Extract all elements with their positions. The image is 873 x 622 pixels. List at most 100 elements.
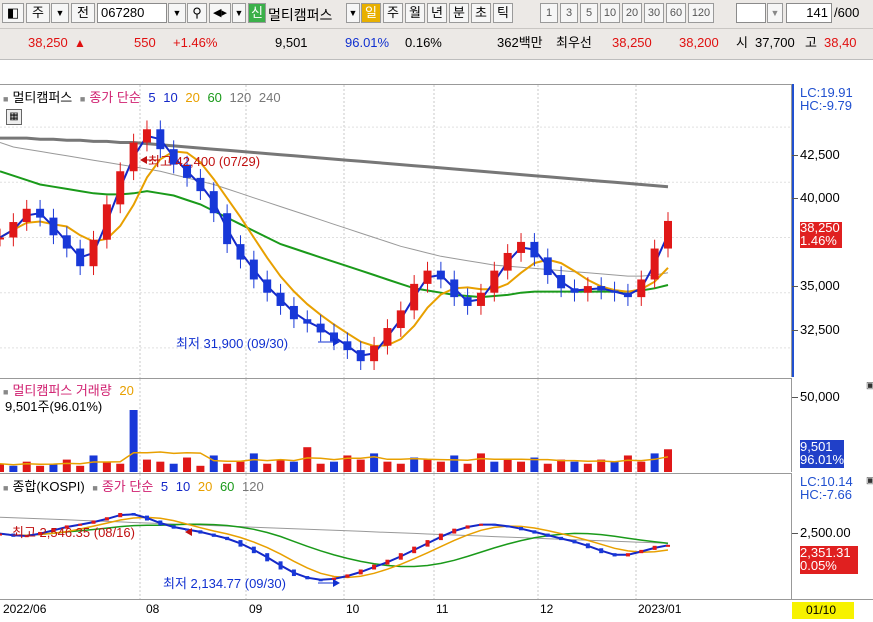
index-candle [412, 546, 417, 554]
pane-close-icon[interactable]: ▣ [866, 380, 873, 391]
period-week-button[interactable]: 주 [383, 3, 403, 23]
volume-bar [263, 463, 272, 472]
price-current-pct: 1.46% [800, 233, 837, 248]
toolbar-row-1: ◧ 주 ▼ 전 067280 ▼ ⚲ ◀▸ ▼ 신 멀티캠퍼스 ▼ 일 주 월 … [0, 0, 873, 26]
price-hc: HC:-9.79 [800, 98, 853, 113]
candle-body [343, 341, 352, 351]
stock-name: 멀티캠퍼스 [268, 7, 333, 23]
period-day-button[interactable]: 일 [361, 3, 381, 23]
candle-body [289, 305, 298, 320]
period-year-button[interactable]: 년 [427, 3, 447, 23]
search-icon[interactable]: ⚲ [187, 3, 207, 23]
price-chart-pane[interactable]: ■ 멀티캠퍼스 ■ 종가 단순 5 10 20 60 120 240 ▦ 최고 42… [0, 84, 791, 378]
period-select[interactable]: 주 [26, 3, 50, 23]
volume-bar [316, 463, 325, 472]
index-candle [532, 530, 537, 534]
index-legend: ■ 종합(KOSPI) ■ 종가 단순 5 10 20 60 120 [3, 479, 264, 494]
candle-body [476, 292, 485, 306]
index-candle [465, 525, 470, 529]
index-candle [519, 527, 524, 531]
candle-body [303, 319, 312, 324]
chart-toolbar: ◧ 주 ▼ 전 067280 ▼ ⚲ ◀▸ ▼ 신 멀티캠퍼스 ▼ 일 주 월 … [0, 0, 873, 60]
grid-table-icon[interactable]: ▦ [6, 109, 22, 125]
candle-body [142, 129, 151, 143]
minute-1-button[interactable]: 1 [540, 3, 558, 23]
volume-bar [36, 465, 45, 472]
volume-bar [9, 465, 18, 472]
prev-button[interactable]: 전 [71, 3, 95, 23]
candle-body [0, 237, 4, 240]
index-candle [118, 512, 123, 518]
high-label: 고 [805, 35, 817, 50]
custom-interval-input[interactable] [736, 3, 766, 23]
index-candle [639, 549, 644, 554]
interval-dropdown-icon[interactable]: ▼ [767, 3, 783, 23]
count-total: /600 [834, 5, 860, 20]
ma-10-label: 10 [163, 90, 178, 105]
price-ytick-35000: 35,000 [800, 278, 840, 293]
volume-bar [102, 461, 111, 472]
period-second-button[interactable]: 초 [471, 3, 491, 23]
period-dropdown-icon[interactable]: ▼ [51, 3, 69, 23]
index-pane-close-icon[interactable]: ▣ [866, 475, 873, 486]
candle-body [396, 310, 405, 329]
minute-5-button[interactable]: 5 [580, 3, 598, 23]
best-bid-value: 38,200 [679, 35, 719, 50]
volume-bar [450, 455, 459, 472]
candle-body [423, 270, 432, 284]
volume-bar [623, 455, 632, 472]
stock-name-dropdown-icon[interactable]: ▼ [346, 3, 360, 23]
minute-20-button[interactable]: 20 [622, 3, 642, 23]
price-ma-label: 종가 단순 [89, 90, 141, 105]
open-value: 37,700 [755, 35, 795, 50]
index-chart-pane[interactable]: ■ 종합(KOSPI) ■ 종가 단순 5 10 20 60 120 최고 2,54… [0, 473, 791, 600]
speaker-icon[interactable]: ◀▸ [209, 3, 231, 23]
candle-body [610, 290, 619, 293]
candle-body [450, 279, 459, 298]
xlabel-2022-06: 2022/06 [3, 602, 47, 616]
volume-bar [223, 463, 232, 472]
index-candle [265, 553, 270, 562]
minute-60-button[interactable]: 60 [666, 3, 686, 23]
volume-bar [183, 457, 192, 472]
candle-body [209, 191, 218, 214]
ma60-line [0, 170, 669, 299]
price-legend: ■ 멀티캠퍼스 ■ 종가 단순 5 10 20 60 120 240 [3, 90, 281, 105]
period-tick-button[interactable]: 틱 [493, 3, 513, 23]
candle-body [116, 171, 125, 205]
volume-chart-pane[interactable]: ■ 멀티캠퍼스 거래량 20 9,501주(96.01%) [0, 378, 791, 473]
index-candle [278, 561, 283, 570]
minute-10-button[interactable]: 10 [600, 3, 620, 23]
count-input[interactable]: 141 [786, 3, 832, 23]
period-month-button[interactable]: 월 [405, 3, 425, 23]
minute-30-button[interactable]: 30 [644, 3, 664, 23]
index-candle [385, 559, 390, 565]
volume-bar [610, 461, 619, 472]
index-candle [225, 536, 230, 541]
index-y-axis: LC:10.14 HC:-7.66 2,500.00 2,351.31 0.05… [791, 473, 873, 599]
volume-bar [396, 463, 405, 472]
candle-body [76, 248, 85, 267]
index-candle [144, 515, 149, 521]
toolbar-divider [0, 28, 873, 29]
high-value: 38,40 [824, 35, 857, 50]
minute-120-button[interactable]: 120 [688, 3, 714, 23]
index-candle [438, 533, 443, 541]
period-minute-button[interactable]: 분 [449, 3, 469, 23]
speaker-dropdown-icon[interactable]: ▼ [232, 3, 246, 23]
minute-3-button[interactable]: 3 [560, 3, 578, 23]
price-chart-svg[interactable] [0, 85, 791, 378]
candle-body [664, 220, 672, 249]
window-menu-icon[interactable]: ◧ [2, 3, 24, 23]
candle-body [62, 235, 71, 249]
index-candle [572, 540, 577, 544]
volume-bar [169, 463, 178, 472]
new-badge[interactable]: 신 [248, 3, 266, 23]
index-ytick: 2,500.00 [800, 525, 851, 540]
volume-bar [76, 465, 85, 472]
quote-turnover: 0.16% [405, 35, 442, 50]
stock-code-input[interactable]: 067280 [97, 3, 167, 23]
xlabel-2023-01: 2023/01 [638, 602, 682, 616]
code-dropdown-icon[interactable]: ▼ [168, 3, 186, 23]
index-candle [171, 525, 176, 529]
